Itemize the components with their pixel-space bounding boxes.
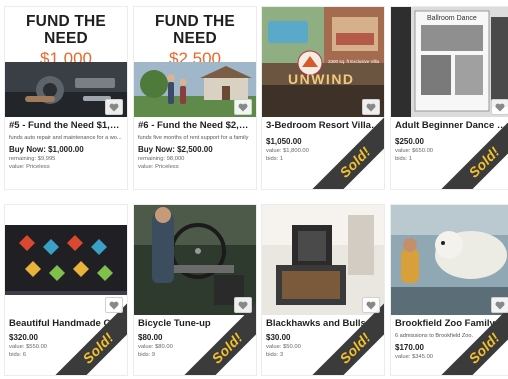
image-caption: 3300 sq. ft Exclusive Villa — [328, 59, 379, 64]
item-title[interactable]: 3-Bedroom Resort Villa in... — [266, 120, 381, 132]
item-price: Buy Now: $1,000.00 — [9, 145, 84, 154]
auction-item-card[interactable]: FUND THE NEED $2,500 funds five months o… — [133, 6, 257, 190]
image-overlay-text: Ballroom Dance — [427, 15, 477, 22]
auction-item-card[interactable]: Sold! Blackhawks and Bulls Me... $30.00 … — [261, 204, 385, 376]
favorite-button[interactable] — [105, 297, 123, 313]
item-details: #5 - Fund the Need $1,000 funds auto rep… — [9, 120, 124, 171]
heart-icon — [495, 301, 505, 309]
fund-banner: FUND THE NEED $1,000 funds auto repair a… — [5, 7, 127, 76]
auction-item-card[interactable]: Sold! Brookfield Zoo Family Ou... 6 admi… — [390, 204, 508, 376]
item-remaining: remaining: $9,995 — [9, 156, 56, 162]
fund-banner: FUND THE NEED $2,500 funds five months o… — [134, 7, 256, 76]
heart-icon — [495, 103, 505, 111]
favorite-button[interactable] — [362, 297, 380, 313]
auction-item-card[interactable]: Sold! Bicycle Tune-up $80.00 value: $80.… — [133, 204, 257, 376]
item-title[interactable]: Adult Beginner Dance Le... — [395, 120, 508, 132]
auction-item-card[interactable]: Sold! Beautiful Handmade Quilt $320.00 v… — [4, 204, 128, 376]
favorite-button[interactable] — [491, 297, 508, 313]
item-value: value: Priceless — [9, 164, 50, 170]
auction-item-card[interactable]: UNWIND 3300 sq. ft Exclusive Villa Sold!… — [261, 6, 385, 190]
heart-icon — [238, 301, 248, 309]
image-overlay-text: UNWIND — [288, 71, 355, 87]
item-title[interactable]: #6 - Fund the Need $2,500 — [138, 120, 253, 132]
favorite-button[interactable] — [105, 99, 123, 115]
item-title[interactable]: #5 - Fund the Need $1,000 — [9, 120, 124, 132]
item-remaining: remaining: 98,000 — [138, 156, 185, 162]
auction-grid: FUND THE NEED $1,000 funds auto repair a… — [0, 0, 508, 379]
favorite-button[interactable] — [362, 99, 380, 115]
auction-item-card[interactable]: Ballroom Dance Sold! Adult Beginner Danc… — [390, 6, 508, 190]
heart-icon — [366, 103, 376, 111]
item-value: value: Priceless — [138, 164, 179, 170]
banner-title: FUND THE NEED — [155, 13, 235, 47]
auction-item-card[interactable]: FUND THE NEED $1,000 funds auto repair a… — [4, 6, 128, 190]
heart-icon — [109, 301, 119, 309]
favorite-button[interactable] — [234, 99, 252, 115]
item-description: funds five months of rent support for a … — [138, 135, 249, 141]
heart-icon — [238, 103, 248, 111]
item-price: Buy Now: $2,500.00 — [138, 145, 213, 154]
favorite-button[interactable] — [234, 297, 252, 313]
item-description: funds auto repair and maintenance for a … — [9, 135, 122, 141]
heart-icon — [109, 103, 119, 111]
banner-title: FUND THE NEED — [26, 13, 106, 47]
item-details: #6 - Fund the Need $2,500 funds five mon… — [138, 120, 253, 171]
favorite-button[interactable] — [491, 99, 508, 115]
heart-icon — [366, 301, 376, 309]
